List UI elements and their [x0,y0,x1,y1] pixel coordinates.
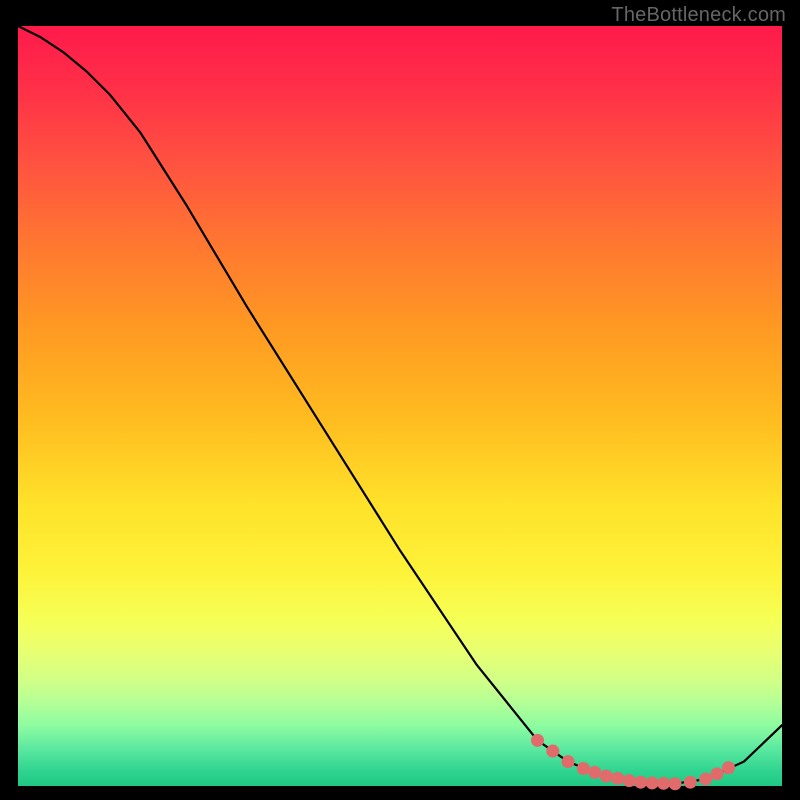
highlight-dot [657,777,670,790]
plot-area [18,26,782,786]
highlight-dot [646,776,659,789]
highlight-dot [611,772,624,785]
highlight-dot [699,773,712,786]
highlight-dots [531,734,735,790]
highlight-dot [623,774,636,787]
highlight-dot [588,766,601,779]
highlight-dot [684,776,697,789]
highlight-dot [577,762,590,775]
chart-frame: TheBottleneck.com [0,0,800,800]
bottleneck-curve [18,26,782,784]
highlight-dot [546,745,559,758]
highlight-dot [711,767,724,780]
highlight-dot [669,777,682,790]
highlight-dot [600,770,613,783]
highlight-dot [722,761,735,774]
highlight-dot [562,755,575,768]
highlight-dot [531,734,544,747]
attribution-text: TheBottleneck.com [611,4,786,27]
curve-layer [18,26,782,786]
highlight-dot [634,776,647,789]
